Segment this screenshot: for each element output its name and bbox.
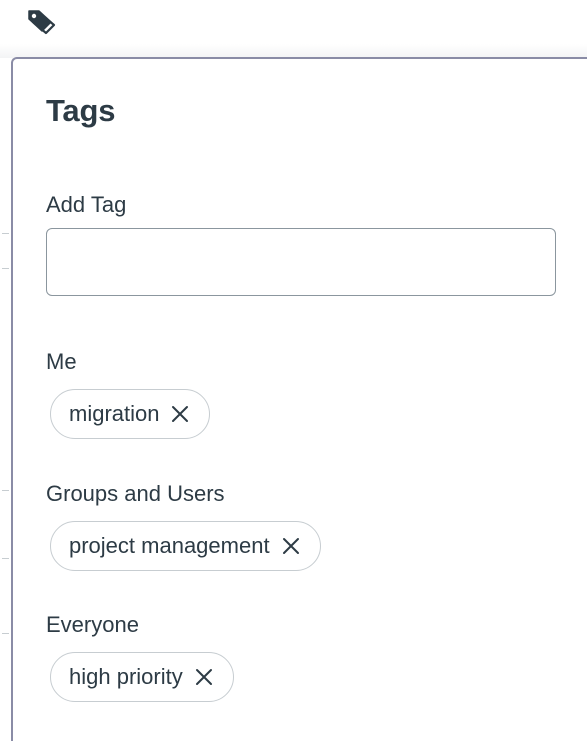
top-toolbar xyxy=(0,0,587,44)
add-tag-input[interactable] xyxy=(46,228,556,296)
background-page-edge xyxy=(0,58,11,741)
tags-page: Tags Add Tag Me migration Groups and Use… xyxy=(0,0,587,741)
tag-pill-high-priority[interactable]: high priority xyxy=(50,652,234,702)
tag-pill-migration[interactable]: migration xyxy=(50,389,211,439)
tag-icon[interactable] xyxy=(28,8,60,36)
tag-pill-label: high priority xyxy=(69,664,183,689)
background-tick xyxy=(2,268,9,269)
tags-panel: Tags Add Tag Me migration Groups and Use… xyxy=(11,57,587,741)
add-tag-label: Add Tag xyxy=(46,192,127,217)
background-tick xyxy=(2,633,9,634)
background-tick xyxy=(2,558,9,559)
close-icon[interactable] xyxy=(280,535,302,557)
close-icon[interactable] xyxy=(193,666,215,688)
background-tick xyxy=(2,233,9,234)
tag-pill-project-management[interactable]: project management xyxy=(50,521,321,571)
section-label-groups-and-users: Groups and Users xyxy=(46,481,225,506)
tag-pill-label: project management xyxy=(69,533,270,558)
section-label-everyone: Everyone xyxy=(46,612,139,637)
section-label-me: Me xyxy=(46,349,77,374)
tag-pill-label: migration xyxy=(69,401,160,426)
toolbar-divider xyxy=(0,44,587,58)
background-tick xyxy=(2,490,9,491)
panel-title: Tags xyxy=(46,93,116,128)
close-icon[interactable] xyxy=(169,403,191,425)
